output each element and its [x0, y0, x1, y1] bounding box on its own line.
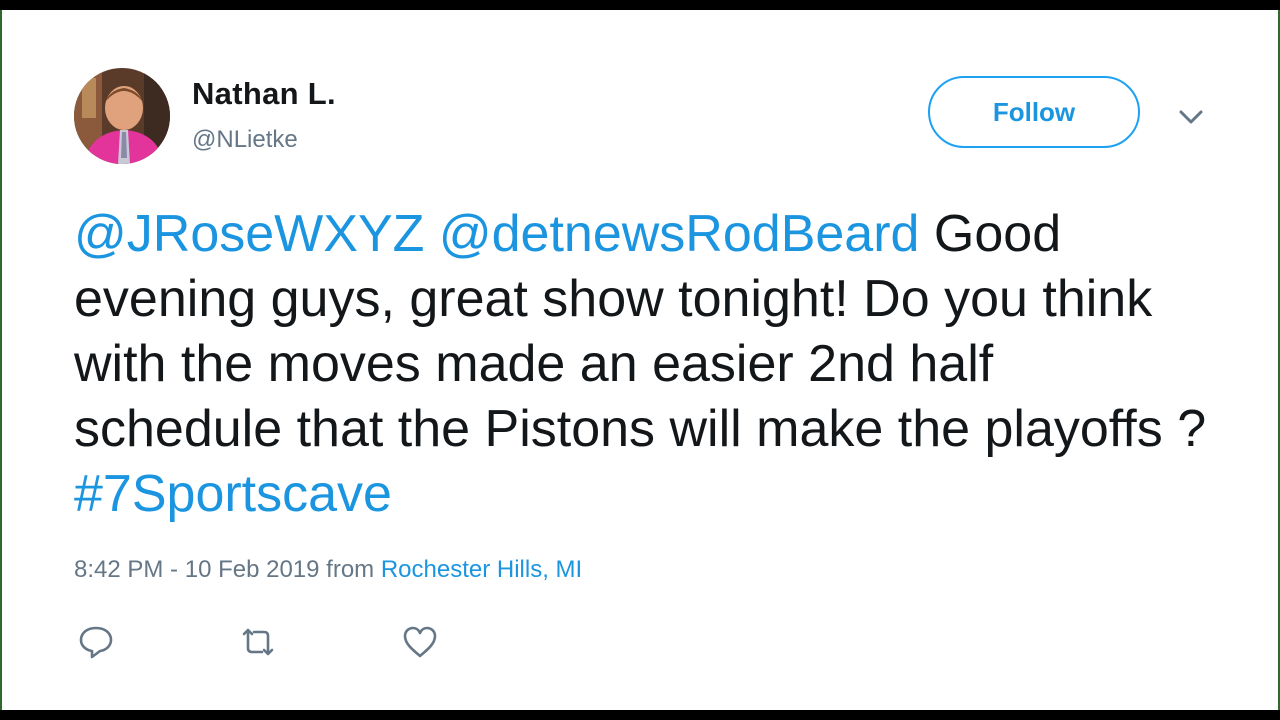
avatar-photo	[74, 68, 170, 164]
hashtag-link[interactable]: #7Sportscave	[74, 465, 392, 523]
avatar[interactable]	[74, 68, 170, 164]
mention-link[interactable]: @JRoseWXYZ	[74, 205, 424, 263]
retweet-icon[interactable]	[238, 624, 278, 660]
tweet-date[interactable]: 10 Feb 2019	[185, 556, 320, 583]
mention-link[interactable]: @detnewsRodBeard	[439, 205, 920, 263]
tweet-meta: 8:42 PM - 10 Feb 2019 from Rochester Hil…	[74, 556, 582, 584]
tweet-time[interactable]: 8:42 PM	[74, 556, 163, 583]
chevron-down-icon[interactable]	[1176, 102, 1206, 132]
user-handle[interactable]: @NLietke	[192, 126, 298, 154]
tweet-card: Nathan L. @NLietke Follow @JRoseWXYZ @de…	[0, 10, 1280, 710]
follow-button[interactable]: Follow	[928, 76, 1140, 148]
location-link[interactable]: Rochester Hills, MI	[381, 556, 582, 583]
tweet-text: @JRoseWXYZ @detnewsRodBeard Good evening…	[74, 202, 1214, 527]
heart-icon[interactable]	[400, 624, 440, 660]
from-label: from	[319, 556, 381, 583]
meta-separator: -	[163, 556, 185, 583]
display-name[interactable]: Nathan L.	[192, 76, 336, 112]
reply-icon[interactable]	[76, 624, 116, 660]
